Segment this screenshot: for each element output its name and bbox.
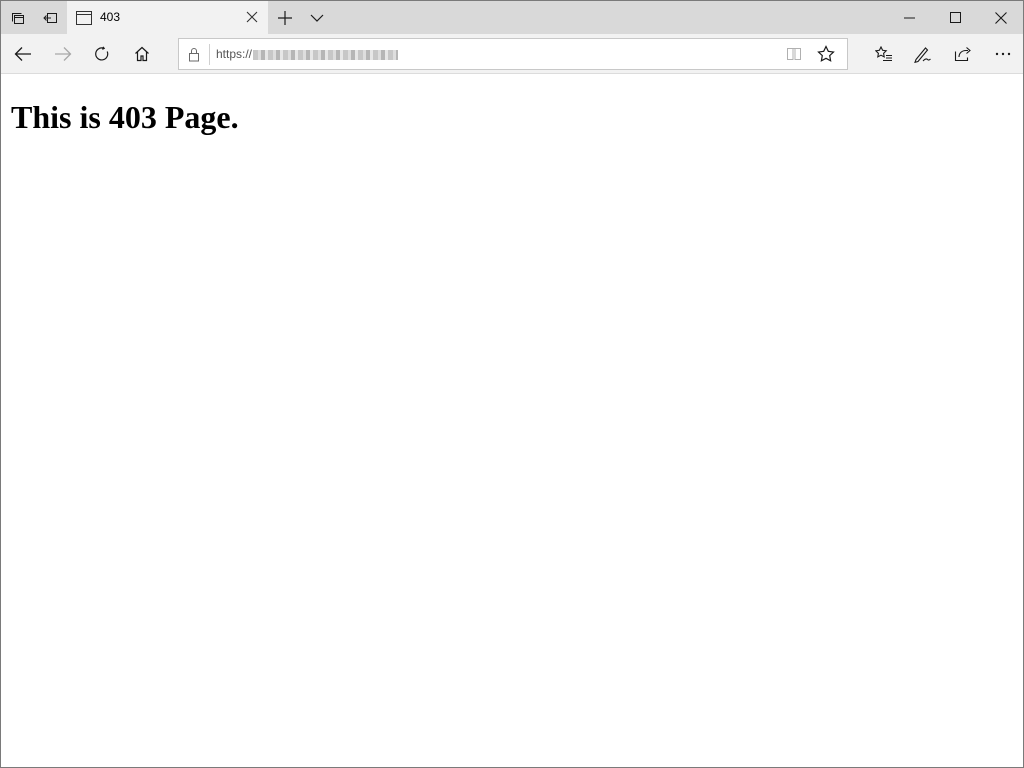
page-content: This is 403 Page.	[2, 75, 1022, 767]
back-button[interactable]	[3, 38, 43, 70]
more-options-icon	[995, 52, 1011, 56]
chevron-down-icon	[310, 14, 324, 22]
close-tab-icon[interactable]	[246, 11, 258, 23]
forward-arrow-icon	[54, 46, 72, 62]
url-redacted	[253, 49, 399, 60]
maximize-icon	[949, 12, 961, 23]
refresh-icon	[94, 46, 110, 62]
address-bar[interactable]: https://	[178, 38, 848, 70]
settings-more-button[interactable]	[983, 38, 1023, 70]
tabs-aside-icon	[10, 10, 26, 26]
pen-icon	[914, 45, 932, 63]
reading-view-icon[interactable]	[786, 46, 802, 62]
title-bar: 403	[1, 1, 1023, 35]
favorites-hub-button[interactable]	[864, 38, 904, 70]
close-icon	[994, 11, 1007, 24]
tab-title: 403	[100, 10, 121, 24]
url-prefix: https://	[216, 47, 253, 61]
set-tabs-aside-button[interactable]	[37, 1, 63, 34]
home-button[interactable]	[122, 38, 162, 70]
address-separator	[209, 44, 210, 65]
tab-preview-button[interactable]	[305, 1, 329, 34]
minimize-icon	[903, 17, 915, 19]
navigation-bar: https://	[1, 34, 1023, 74]
tab-actions-button[interactable]	[5, 1, 31, 34]
maximize-button[interactable]	[932, 1, 978, 34]
page-icon	[76, 11, 92, 25]
lock-icon	[188, 47, 200, 62]
browser-window: 403 https:// This is 403 Page.	[0, 0, 1024, 768]
forward-button[interactable]	[43, 38, 83, 70]
url-text[interactable]: https://	[216, 47, 399, 61]
refresh-button[interactable]	[82, 38, 122, 70]
minimize-button[interactable]	[886, 1, 932, 34]
favorites-list-icon	[875, 46, 893, 62]
back-arrow-icon	[14, 46, 32, 62]
active-tab[interactable]: 403	[67, 1, 268, 35]
new-tab-button[interactable]	[273, 1, 297, 34]
share-button[interactable]	[943, 38, 983, 70]
home-icon	[134, 46, 150, 62]
page-heading: This is 403 Page.	[11, 99, 239, 135]
plus-icon	[278, 10, 292, 25]
set-aside-icon	[42, 10, 58, 26]
close-window-button[interactable]	[978, 1, 1023, 34]
favorite-star-icon[interactable]	[817, 45, 835, 63]
add-notes-button[interactable]	[903, 38, 943, 70]
share-icon	[954, 46, 972, 62]
